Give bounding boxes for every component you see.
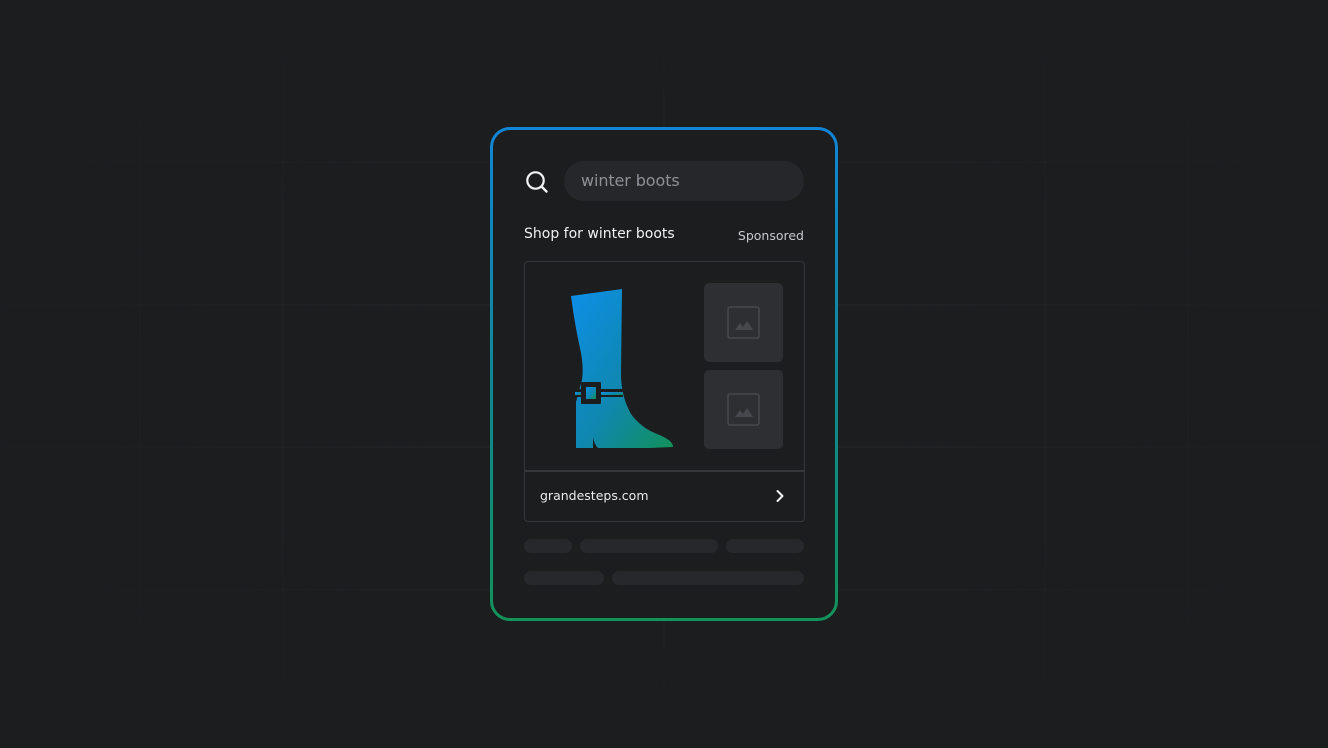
skeleton-line bbox=[612, 571, 804, 585]
search-result-card: winter boots Shop for winter boots Spons… bbox=[493, 130, 835, 618]
image-placeholder-icon bbox=[727, 393, 760, 426]
product-thumbnail[interactable] bbox=[704, 370, 783, 449]
search-icon[interactable] bbox=[525, 170, 549, 194]
image-placeholder-icon bbox=[727, 306, 760, 339]
search-input[interactable]: winter boots bbox=[564, 161, 804, 201]
product-thumbnail[interactable] bbox=[704, 283, 783, 362]
chevron-right-icon[interactable] bbox=[774, 489, 786, 503]
skeleton-line bbox=[524, 539, 572, 553]
advertiser-domain-link[interactable]: grandesteps.com bbox=[540, 488, 649, 503]
search-result-card-frame: winter boots Shop for winter boots Spons… bbox=[490, 127, 838, 621]
product-ad[interactable]: grandesteps.com bbox=[524, 261, 805, 522]
boot-icon bbox=[571, 289, 673, 448]
skeleton-line bbox=[580, 539, 718, 553]
card-divider bbox=[525, 470, 804, 472]
skeleton-line bbox=[524, 571, 604, 585]
skeleton-line bbox=[726, 539, 804, 553]
ad-heading: Shop for winter boots bbox=[524, 226, 675, 242]
canvas: winter boots Shop for winter boots Spons… bbox=[0, 0, 1328, 748]
sponsored-label: Sponsored bbox=[737, 228, 804, 243]
